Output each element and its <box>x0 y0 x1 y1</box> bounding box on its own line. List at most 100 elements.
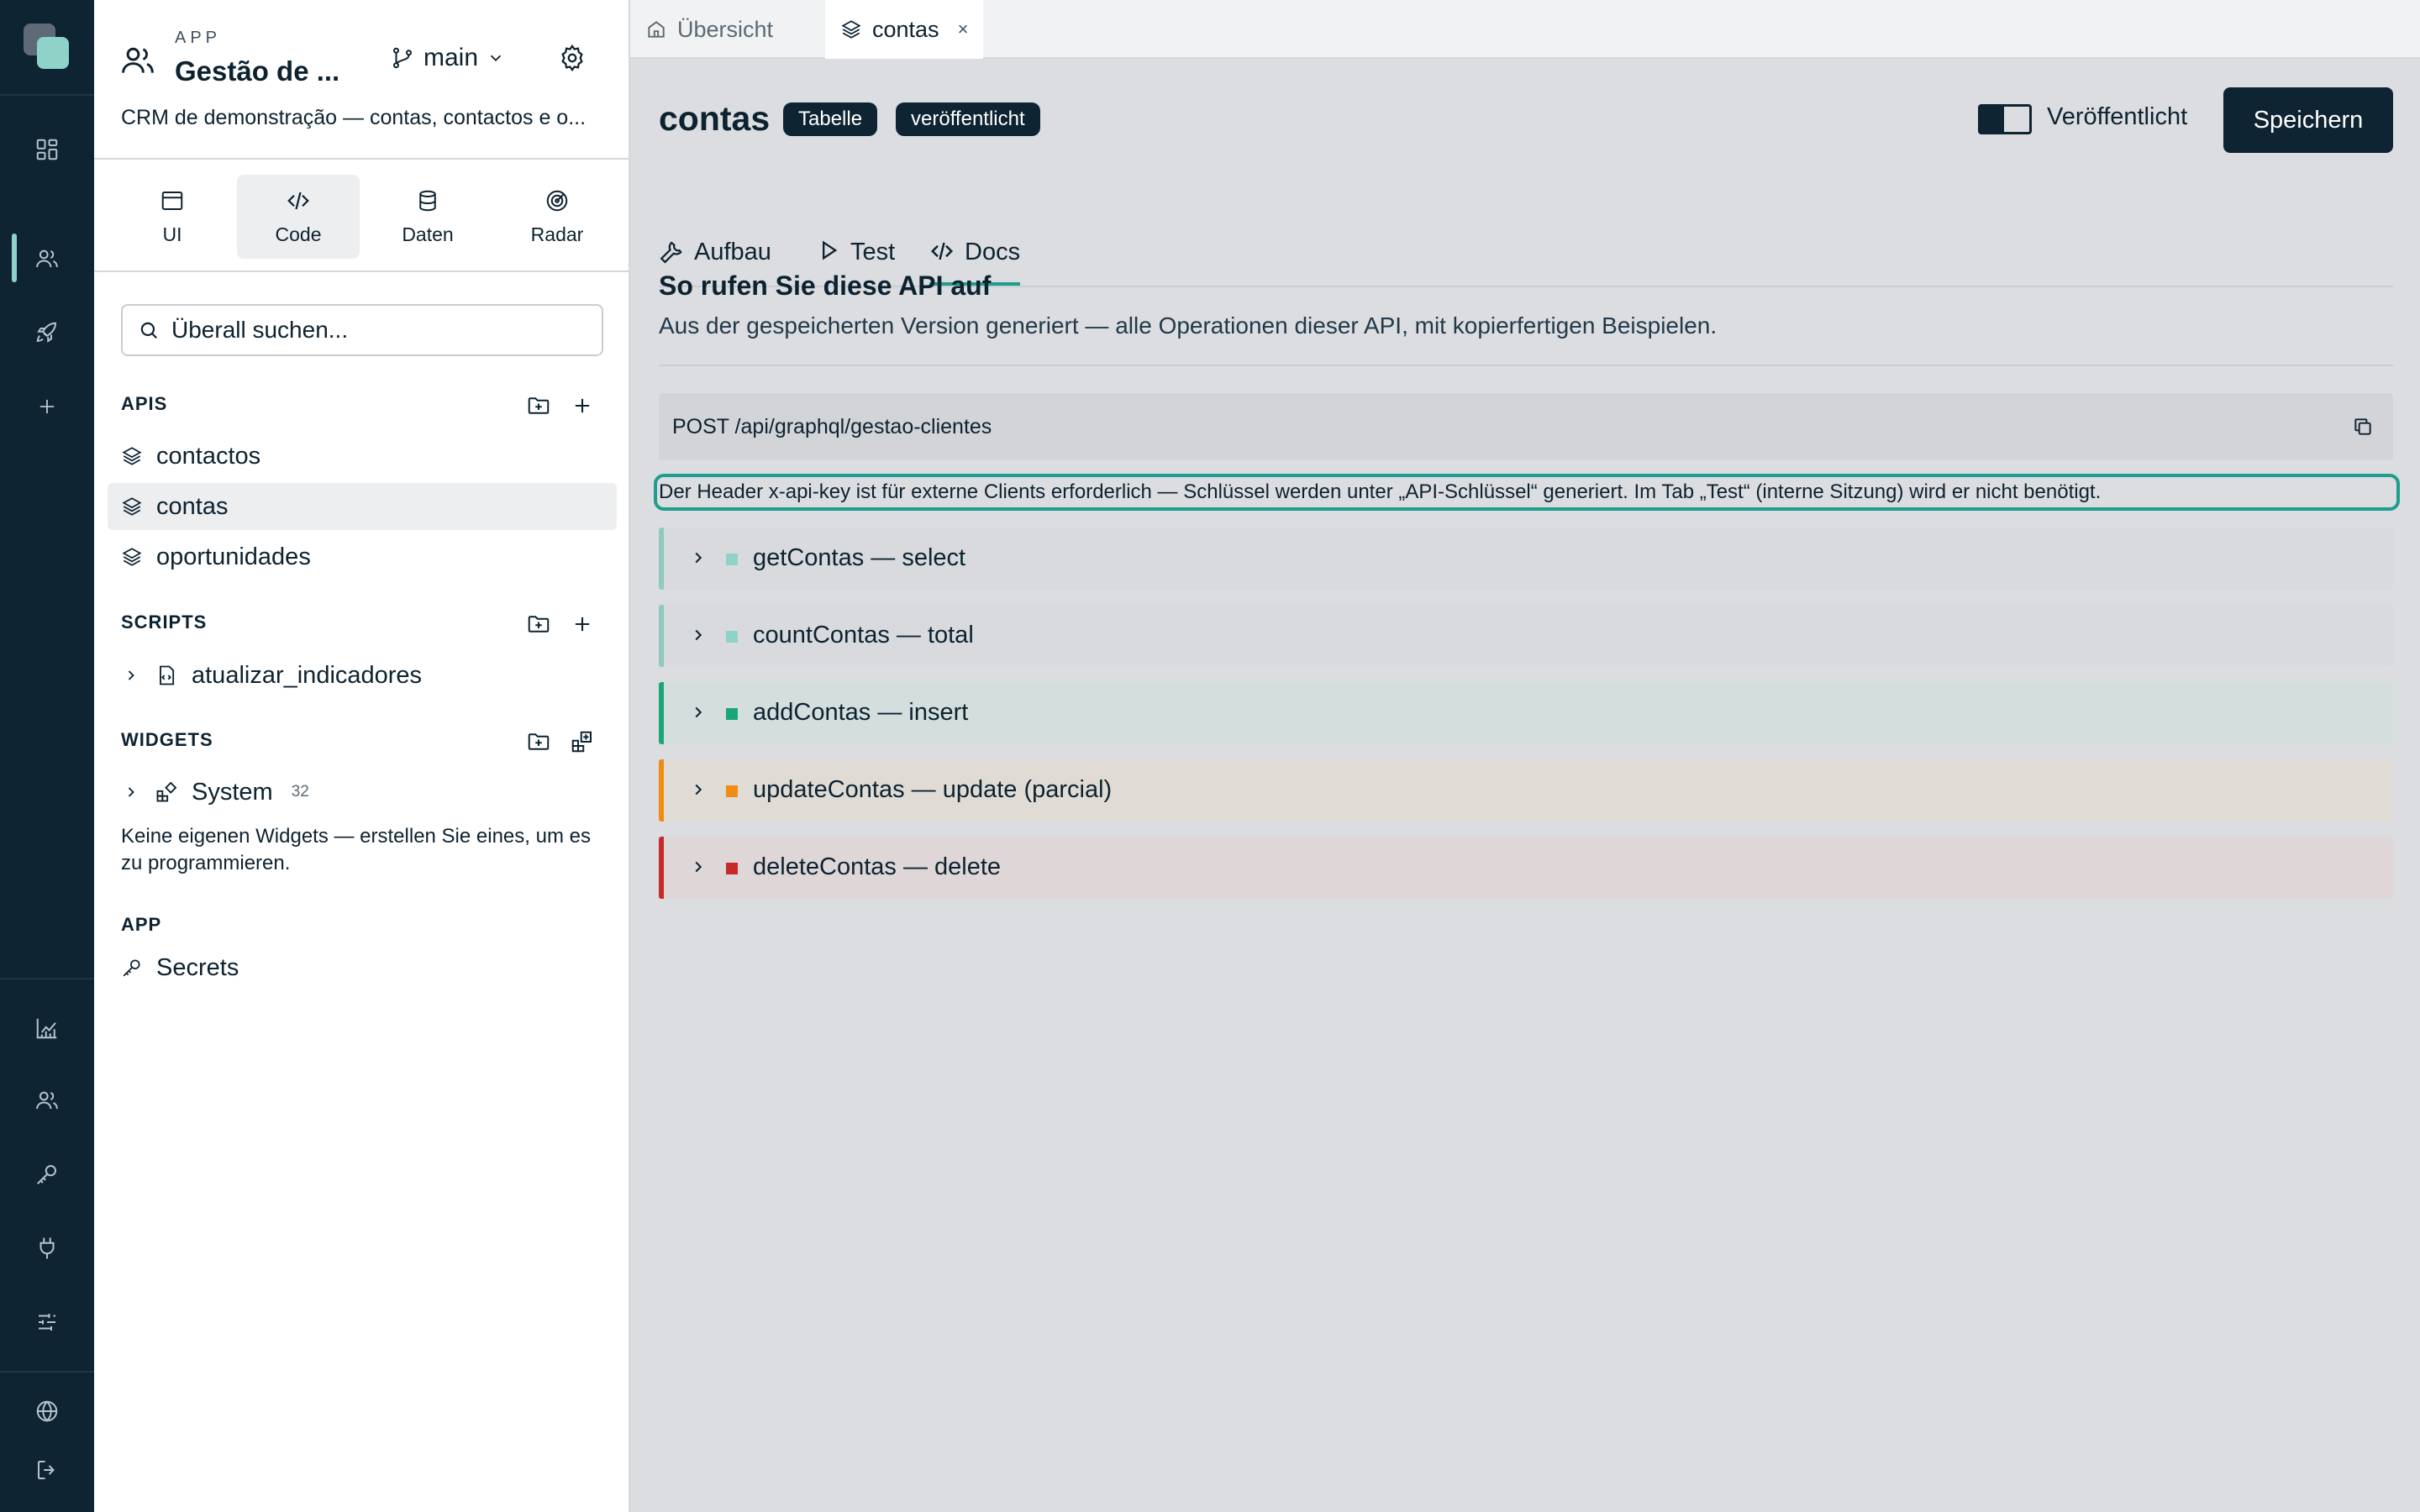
layers-icon <box>121 445 143 467</box>
rail-active-indicator <box>12 234 17 282</box>
mode-ui[interactable]: UI <box>111 175 234 259</box>
branch-name: main <box>424 44 479 71</box>
mode-daten[interactable]: Daten <box>366 175 489 259</box>
method-marker <box>726 785 738 797</box>
section-label-apis: APIS <box>121 393 168 414</box>
endpoint-box: POST /api/graphql/gestao-clientes <box>659 393 2393 460</box>
operation-countcontas[interactable]: countContas — total <box>659 605 2393 667</box>
sliders-icon[interactable] <box>30 1305 64 1339</box>
section-label-scripts: SCRIPTS <box>121 612 208 633</box>
operation-deletecontas[interactable]: deleteContas — delete <box>659 837 2393 899</box>
operation-label: deleteContas — delete <box>753 853 1002 880</box>
app-item-label: Secrets <box>156 953 239 981</box>
dashboard-icon[interactable] <box>30 133 64 166</box>
chevron-right-icon[interactable] <box>121 667 141 684</box>
users-icon[interactable] <box>30 242 64 276</box>
team-icon[interactable] <box>30 1084 64 1117</box>
logo[interactable] <box>24 24 71 71</box>
add-widget-icon[interactable] <box>568 727 597 756</box>
widget-item-system[interactable]: System 32 <box>108 769 617 816</box>
wrench-icon <box>659 239 684 264</box>
key-icon <box>121 957 143 979</box>
new-folder-icon[interactable] <box>524 391 553 420</box>
radar-icon <box>544 188 570 213</box>
save-button[interactable]: Speichern <box>2223 87 2393 153</box>
search-box <box>121 304 603 356</box>
widget-count: 32 <box>291 783 309 801</box>
type-badge: Tabelle <box>783 102 878 136</box>
endpoint-url: POST /api/graphql/gestao-clientes <box>672 414 992 438</box>
mode-label: Daten <box>402 223 454 245</box>
gear-icon[interactable] <box>558 44 592 77</box>
tab-label: contas <box>872 16 939 42</box>
code-icon <box>286 188 311 213</box>
operation-label: updateContas — update (parcial) <box>753 776 1113 803</box>
chevron-right-icon[interactable] <box>689 780 708 799</box>
users-icon <box>119 42 156 79</box>
widgets-empty-note: Keine eigenen Widgets — erstellen Sie ei… <box>121 825 591 874</box>
plus-icon[interactable] <box>30 390 64 423</box>
operation-updatecontas[interactable]: updateContas — update (parcial) <box>659 759 2393 822</box>
main-panel: contas Tabelle veröffentlicht Veröffentl… <box>630 60 2420 1512</box>
git-branch-icon <box>390 45 415 71</box>
plug-icon[interactable] <box>30 1231 64 1265</box>
method-marker <box>726 631 738 643</box>
close-tab-icon[interactable]: × <box>958 18 969 40</box>
key-icon[interactable] <box>30 1158 64 1191</box>
logout-icon[interactable] <box>30 1453 64 1487</box>
mode-radar[interactable]: Radar <box>496 175 618 259</box>
mode-label: Radar <box>530 223 584 245</box>
operation-label: getContas — select <box>753 544 966 571</box>
status-badge: veröffentlicht <box>896 102 1040 136</box>
tab-contas[interactable]: contas × <box>825 0 984 59</box>
widget-item-label: System <box>192 778 273 806</box>
operation-accent <box>659 837 664 899</box>
branch-selector[interactable]: main <box>390 44 505 72</box>
section-title: So rufen Sie diese API auf <box>659 270 992 301</box>
divider <box>659 365 2393 366</box>
publish-toggle[interactable] <box>1978 104 2032 134</box>
new-folder-icon[interactable] <box>524 610 553 638</box>
home-icon <box>645 18 667 40</box>
operation-label: addContas — insert <box>753 699 969 726</box>
mode-code[interactable]: Code <box>237 175 360 259</box>
app-item-secrets[interactable]: Secrets <box>108 944 617 991</box>
copy-icon[interactable] <box>2348 412 2378 442</box>
chevron-right-icon[interactable] <box>689 703 708 722</box>
operation-accent <box>659 605 664 667</box>
chart-icon[interactable] <box>30 1011 64 1045</box>
window-icon <box>160 188 185 213</box>
operation-addcontas[interactable]: addContas — insert <box>659 682 2393 744</box>
chevron-right-icon[interactable] <box>689 858 708 876</box>
tab-label: Test <box>850 239 896 265</box>
method-marker <box>726 863 738 874</box>
api-item-oportunidades[interactable]: oportunidades <box>108 533 617 580</box>
api-item-label: contactos <box>156 442 261 470</box>
plus-icon[interactable] <box>568 391 597 420</box>
rocket-icon[interactable] <box>30 316 64 349</box>
api-key-hint: Der Header x-api-key ist für externe Cli… <box>654 474 2400 511</box>
plus-icon[interactable] <box>568 610 597 638</box>
tab-uebersicht[interactable]: Übersicht <box>630 0 788 59</box>
api-item-contactos[interactable]: contactos <box>108 433 617 480</box>
database-icon <box>415 188 440 213</box>
api-item-label: oportunidades <box>156 543 311 570</box>
page-title: contas <box>659 99 771 138</box>
app-rail <box>0 0 94 1512</box>
rail-divider <box>0 978 94 979</box>
search-input[interactable] <box>171 317 592 344</box>
method-marker <box>726 708 738 720</box>
new-folder-icon[interactable] <box>524 727 553 756</box>
section-subtitle: Aus der gespeicherten Version generiert … <box>659 312 1718 339</box>
section-actions-apis <box>524 391 597 420</box>
chevron-right-icon[interactable] <box>121 784 141 801</box>
api-item-contas[interactable]: contas <box>108 483 617 530</box>
chevron-right-icon[interactable] <box>689 626 708 644</box>
app-title[interactable]: Gestão de ... <box>175 55 339 87</box>
globe-icon[interactable] <box>30 1394 64 1428</box>
script-item-atualizar-indicadores[interactable]: atualizar_indicadores <box>108 652 617 699</box>
operation-accent <box>659 528 664 590</box>
chevron-right-icon[interactable] <box>689 549 708 567</box>
operation-getcontas[interactable]: getContas — select <box>659 528 2393 590</box>
app-kicker: APP <box>175 29 222 47</box>
